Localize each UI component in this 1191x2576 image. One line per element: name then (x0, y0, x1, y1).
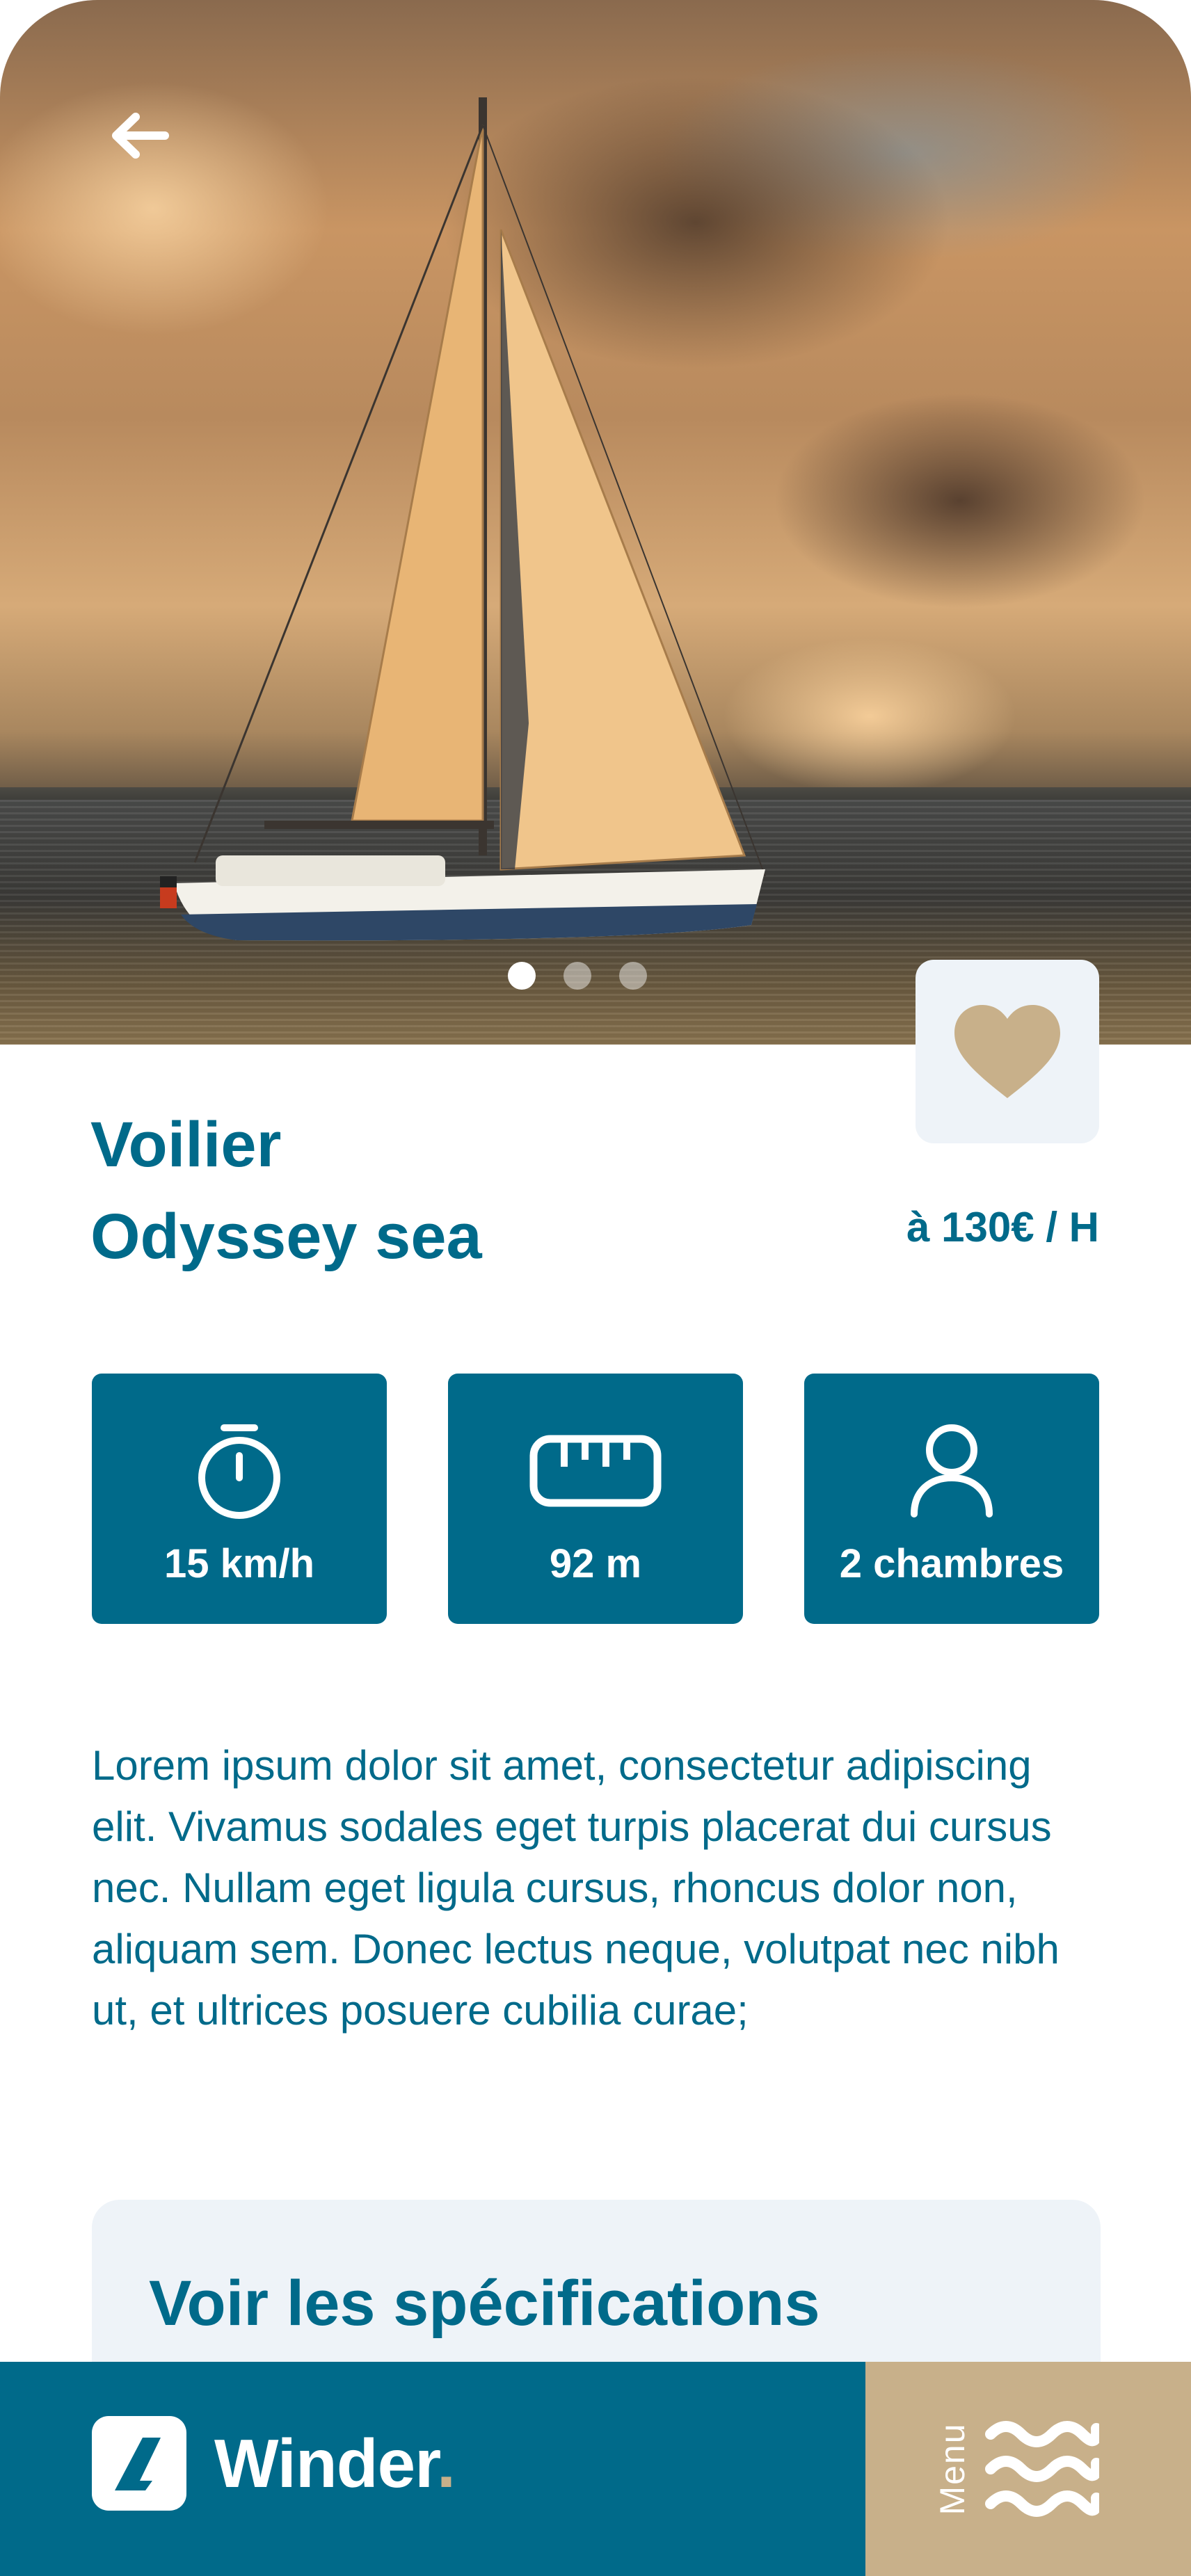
ruler-icon (529, 1435, 662, 1507)
brand-home-link[interactable]: Winder. (92, 2416, 456, 2511)
boat-title: Voilier Odyssey sea (90, 1099, 482, 1282)
carousel-indicator (508, 962, 647, 990)
waves-menu-icon (985, 2421, 1099, 2517)
feature-list: 15 km/h 92 m 2 chambres (92, 1374, 1099, 1624)
feature-speed: 15 km/h (92, 1374, 387, 1624)
boat-type: Voilier (90, 1109, 282, 1180)
brand-name: Winder. (214, 2424, 456, 2502)
carousel-dot[interactable] (619, 962, 647, 990)
person-icon (911, 1424, 993, 1518)
stopwatch-icon (198, 1424, 280, 1519)
favorite-button[interactable] (916, 960, 1099, 1143)
specifications-label: Voir les spécifications (149, 2268, 820, 2339)
menu-label: Menu (933, 2422, 972, 2515)
boat-description: Lorem ipsum dolor sit amet, consectetur … (92, 1742, 1060, 2034)
feature-label: 2 chambres (839, 1541, 1064, 1586)
feature-label: 92 m (549, 1541, 642, 1586)
boat-price: à 130€ / H (906, 1204, 1099, 1250)
specifications-button[interactable]: Voir les spécifications (92, 2200, 1101, 2381)
winder-logo-icon (92, 2416, 186, 2511)
feature-length: 92 m (448, 1374, 743, 1624)
feature-rooms: 2 chambres (804, 1374, 1099, 1624)
heart-icon (954, 1005, 1060, 1098)
boat-name: Odyssey sea (90, 1201, 482, 1272)
sailboat-illustration (160, 97, 766, 941)
feature-label: 15 km/h (164, 1541, 314, 1586)
back-button[interactable] (104, 104, 174, 167)
carousel-dot[interactable] (508, 962, 536, 990)
carousel-dot[interactable] (563, 962, 591, 990)
hero-image (0, 0, 1191, 1045)
arrow-left-icon (112, 113, 169, 159)
